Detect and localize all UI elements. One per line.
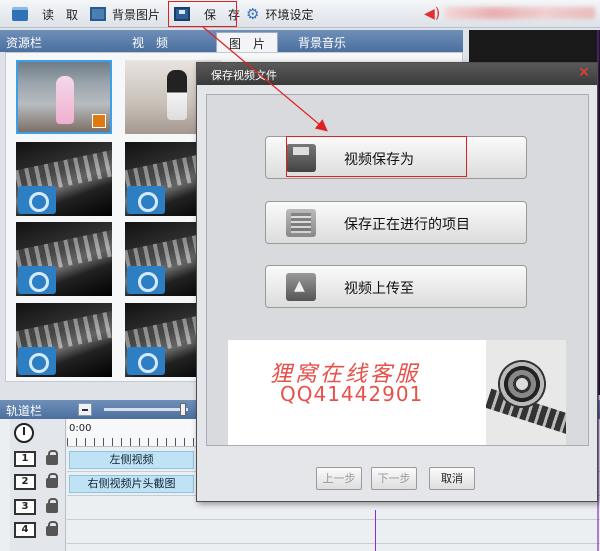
- promo-banner: 狸窝在线客服 QQ41442901: [228, 340, 486, 445]
- folder-open-icon: [12, 7, 28, 21]
- empty-image-slot[interactable]: [16, 222, 112, 296]
- zoom-slider-handle[interactable]: [180, 403, 186, 416]
- save-video-as-highlight: [286, 136, 467, 177]
- camera-icon: [127, 266, 165, 294]
- cancel-button[interactable]: 取消: [429, 467, 475, 490]
- read-label: 读 取: [42, 7, 79, 22]
- save-project-button[interactable]: 保存正在进行的项目: [265, 201, 527, 244]
- playhead[interactable]: [375, 510, 376, 551]
- save-project-label: 保存正在进行的项目: [344, 217, 470, 233]
- camera-icon: [127, 347, 165, 375]
- track-4-icon: 4: [14, 522, 36, 538]
- empty-image-slot[interactable]: [16, 142, 112, 216]
- resource-panel-title: 资源栏: [6, 36, 43, 50]
- track-4-lock-icon[interactable]: [46, 521, 58, 536]
- time-ruler-start: 0:00: [69, 423, 92, 434]
- next-step-button[interactable]: 下一步: [371, 467, 417, 490]
- save-highlight-box: [168, 1, 237, 27]
- timeline-title: 轨道栏: [6, 404, 43, 418]
- track-header-column: 1 2 3 4: [10, 419, 66, 551]
- tab-background-music[interactable]: 背景音乐: [298, 34, 346, 51]
- reel-disc: [498, 360, 546, 408]
- zoom-slider-track[interactable]: [104, 408, 188, 411]
- promo-qq-text: QQ41442901: [280, 382, 424, 406]
- speaker-icon: ◀): [424, 6, 441, 22]
- track-1-clip[interactable]: 左侧视频: [69, 451, 194, 469]
- camera-icon: [18, 186, 56, 214]
- tab-image[interactable]: 图 片: [216, 32, 279, 54]
- previous-step-button[interactable]: 上一步: [316, 467, 362, 490]
- upload-video-label: 视频上传至: [344, 281, 414, 297]
- clock-icon: [14, 423, 34, 443]
- image-icon: [90, 7, 106, 21]
- track-2-clip[interactable]: 右侧视频片头截图: [69, 475, 194, 493]
- track-1-icon: 1: [14, 451, 36, 467]
- blurred-banner: [445, 7, 595, 19]
- track-divider: [67, 543, 600, 544]
- close-icon[interactable]: ✕: [577, 66, 591, 80]
- volume-button[interactable]: ◀): [424, 3, 440, 25]
- track-1-lock-icon[interactable]: [46, 450, 58, 465]
- dialog-title: 保存视频文件: [211, 69, 277, 82]
- camera-icon: [18, 266, 56, 294]
- resource-panel-header: 资源栏 视 频 图 片 背景音乐: [0, 30, 463, 54]
- camera-icon: [127, 186, 165, 214]
- thumbnail-figure: [56, 76, 74, 124]
- dialog-title-bar: 保存视频文件 ✕: [197, 63, 597, 85]
- background-image-button[interactable]: 背景图片: [90, 3, 160, 25]
- upload-icon: [286, 273, 316, 301]
- track-2-lock-icon[interactable]: [46, 473, 58, 488]
- environment-settings-label: 环境设定: [265, 7, 314, 22]
- image-thumbnail[interactable]: [16, 60, 112, 134]
- gear-icon: ⚙: [246, 5, 260, 23]
- image-badge-icon: [92, 114, 106, 128]
- thumbnail-figure: [167, 70, 187, 120]
- time-ruler[interactable]: 0:00: [67, 419, 197, 447]
- camera-icon: [18, 347, 56, 375]
- background-image-label: 背景图片: [112, 7, 161, 22]
- project-icon: [286, 209, 316, 237]
- film-reel-icon: [486, 340, 566, 445]
- tab-video[interactable]: 视 频: [132, 34, 168, 51]
- zoom-out-button[interactable]: [78, 403, 92, 416]
- track-3-icon: 3: [14, 499, 36, 515]
- track-3-lock-icon[interactable]: [46, 498, 58, 513]
- main-toolbar: 读 取 背景图片 保 存 ⚙ 环境设定 ◀): [0, 0, 600, 28]
- track-2-icon: 2: [14, 474, 36, 490]
- upload-video-button[interactable]: 视频上传至: [265, 265, 527, 308]
- track-divider: [67, 519, 600, 520]
- environment-settings-button[interactable]: ⚙ 环境设定: [246, 3, 313, 25]
- empty-image-slot[interactable]: [16, 303, 112, 377]
- ruler-ticks: [67, 438, 197, 446]
- read-button[interactable]: 读 取: [12, 3, 78, 25]
